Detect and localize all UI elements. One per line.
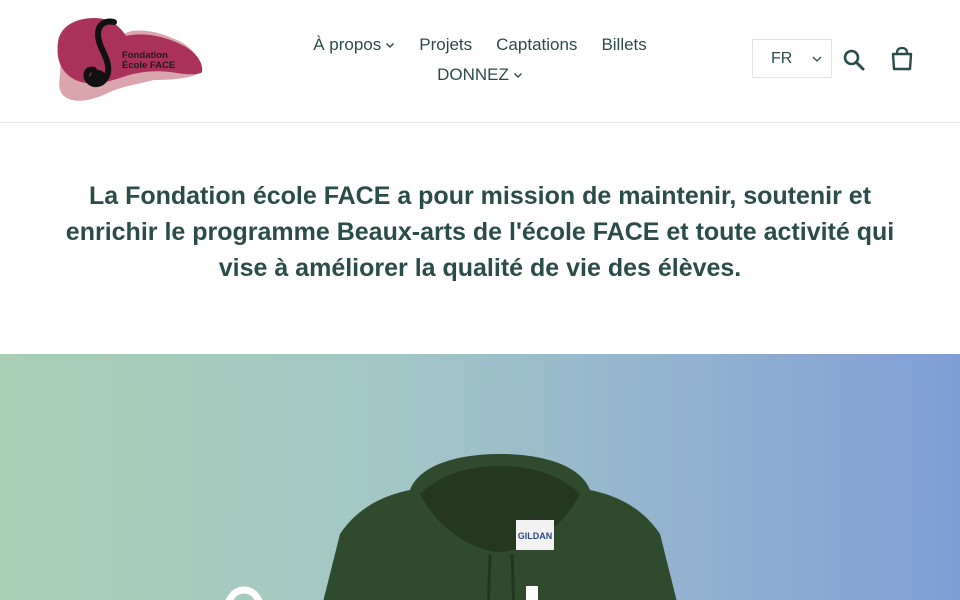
mission-statement: La Fondation école FACE a pour mission d… [65,182,895,282]
nav-row-1: À propos Projets Captations Billets [260,30,700,60]
nav-label-billets: Billets [601,35,647,54]
hero-banner: GILDAN [0,354,960,600]
chevron-down-icon [513,73,522,78]
cart-icon[interactable] [889,46,915,72]
chevron-down-icon [812,56,822,62]
nav-label-captations: Captations [496,35,578,54]
language-select[interactable]: FR [752,39,832,78]
site-logo[interactable]: Fondation École FACE [54,14,206,106]
nav-item-projets[interactable]: Projets [419,35,472,55]
nav-item-a-propos[interactable]: À propos [313,35,395,55]
search-icon[interactable] [842,48,866,72]
nav-label-a-propos: À propos [313,35,382,54]
logo-text: Fondation École FACE [122,51,175,71]
site-header: Fondation École FACE À propos Projets Ca… [0,0,960,123]
svg-text:GILDAN: GILDAN [518,531,553,541]
hero-title-glyph-icon [225,586,263,600]
language-selected-value: FR [771,49,793,67]
logo-line2: École FACE [122,60,176,71]
hero-title-glyph-bar [526,586,538,600]
nav-item-billets[interactable]: Billets [601,35,646,55]
nav-item-donnez[interactable]: DONNEZ [437,65,523,85]
main-nav: À propos Projets Captations Billets DONN… [260,30,700,90]
hoodie-image: GILDAN [323,454,677,600]
chevron-down-icon [386,43,395,48]
nav-label-donnez: DONNEZ [437,65,509,84]
nav-label-projets: Projets [419,35,473,54]
nav-row-2: DONNEZ [260,60,700,90]
nav-item-captations[interactable]: Captations [496,35,577,55]
